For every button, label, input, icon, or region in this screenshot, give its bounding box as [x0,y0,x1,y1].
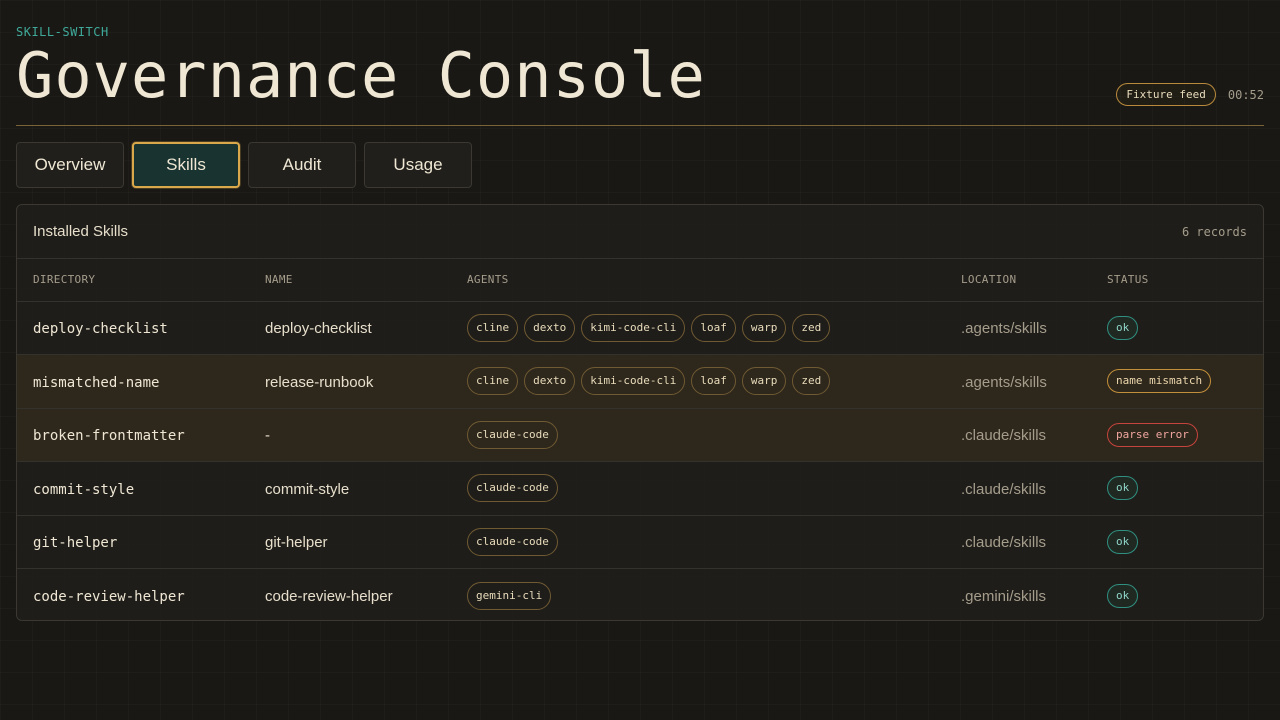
clock: 00:52 [1227,87,1264,102]
tab-skills[interactable]: Skills [132,142,240,188]
skills-panel: Installed Skills 6 records DIRECTORY NAM… [16,204,1264,621]
status-badge: ok [1107,583,1139,608]
tab-audit[interactable]: Audit [248,142,356,188]
cell-location: .gemini/skills [961,588,1047,605]
agent-chip: dexto [524,313,576,342]
column-header-name[interactable]: NAME [249,259,451,302]
agent-chips: claude-code [467,527,929,556]
agent-chip: loaf [691,367,736,396]
cell-location: .claude/skills [961,480,1047,498]
agent-chip: cline [467,313,519,342]
agent-chip: dexto [524,367,576,396]
panel-header: Installed Skills 6 records [17,205,1263,259]
cell-directory: mismatched-name [33,374,160,391]
page-title: Governance Console [16,39,706,112]
table-row[interactable]: commit-style commit-style claude-code .c… [17,461,1263,516]
cell-directory: commit-style [33,481,135,498]
cell-name: code-review-helper [265,588,393,605]
table-header-row: DIRECTORY NAME AGENTS LOCATION STATUS [17,259,1263,302]
agent-chip: warp [741,367,787,396]
cell-directory: code-review-helper [33,589,185,605]
agent-chip: kimi-code-cli [581,313,686,342]
cell-location: .claude/skills [961,427,1047,445]
tab-usage[interactable]: Usage [364,142,472,188]
tab-overview[interactable]: Overview [16,142,124,188]
agent-chip: warp [741,313,787,342]
cell-name: git-helper [265,534,328,552]
cell-directory: deploy-checklist [33,321,168,338]
table-row[interactable]: broken-frontmatter - claude-code .claude… [17,408,1263,462]
agent-chips: claude-code [467,474,929,503]
agent-chip: kimi-code-cli [581,367,686,396]
panel-title: Installed Skills [33,223,129,240]
cell-location: .claude/skills [961,534,1047,552]
agent-chip: claude-code [467,474,558,503]
header: SKILL-SWITCH Governance Console Fixture … [16,0,1264,126]
status-badge: ok [1107,315,1139,340]
status-badge: ok [1107,529,1139,554]
agent-chip: zed [792,313,831,342]
table-row[interactable]: deploy-checklist deploy-checklist cline … [17,301,1263,355]
cell-directory: broken-frontmatter [33,428,185,445]
table-row[interactable]: mismatched-name release-runbook cline de… [17,354,1263,409]
tab-bar: Overview Skills Audit Usage [16,142,472,188]
status-badge: ok [1107,476,1139,501]
status-badge: parse error [1107,422,1198,447]
cell-name: release-runbook [265,373,374,391]
status-badge: name mismatch [1107,369,1212,394]
agent-chip: loaf [691,313,736,342]
table-row[interactable]: code-review-helper code-review-helper ge… [17,569,1263,621]
agent-chips: gemini-cli [467,581,929,610]
cell-directory: git-helper [33,535,118,552]
cell-name: commit-style [265,480,350,498]
agent-chip: claude-code [467,527,558,556]
agent-chip: zed [792,367,831,396]
table-row[interactable]: git-helper git-helper claude-code .claud… [17,515,1263,569]
column-header-agents[interactable]: AGENTS [451,259,945,302]
agent-chip: claude-code [467,420,558,449]
cell-location: .agents/skills [961,320,1047,338]
column-header-directory[interactable]: DIRECTORY [17,259,249,302]
column-header-status[interactable]: STATUS [1091,259,1263,302]
agent-chips: cline dexto kimi-code-cli loaf warp zed [467,313,929,342]
cell-name: - [265,427,270,445]
cell-name: deploy-checklist [265,320,372,338]
agent-chips: cline dexto kimi-code-cli loaf warp zed [467,367,929,396]
feed-badge: Fixture feed [1116,83,1216,106]
brand-label: SKILL-SWITCH [16,25,109,39]
column-header-location[interactable]: LOCATION [945,259,1091,302]
record-count: 6 records [1181,224,1247,239]
cell-location: .agents/skills [961,373,1047,391]
agent-chip: gemini-cli [467,581,552,610]
agent-chips: claude-code [467,420,929,449]
agent-chip: cline [467,367,519,396]
header-meta: Fixture feed 00:52 [1116,83,1264,106]
skills-table: DIRECTORY NAME AGENTS LOCATION STATUS de… [17,259,1263,621]
